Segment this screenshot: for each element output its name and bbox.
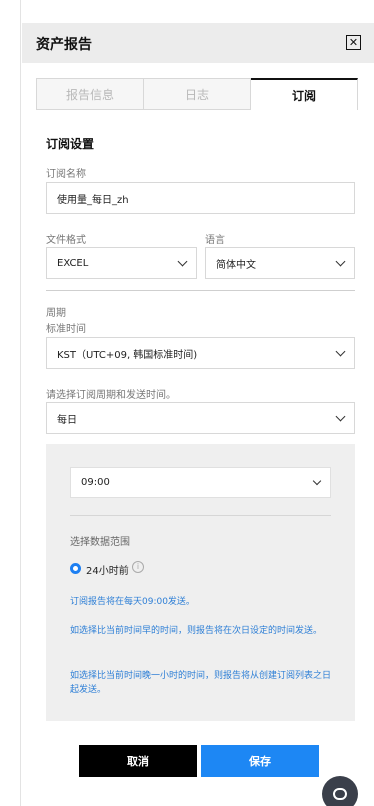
range-radio-24h[interactable] [70, 563, 81, 574]
subscription-name-value: 使用量_每日_zh [57, 194, 129, 206]
subscription-name-input[interactable]: 使用量_每日_zh [46, 182, 355, 214]
tab-bar: 报告信息 日志 订阅 [36, 78, 358, 110]
file-format-label: 文件格式 [46, 235, 86, 246]
data-range-label: 选择数据范围 [70, 537, 130, 548]
tab-subscription[interactable]: 订阅 [251, 78, 358, 110]
subscription-name-label: 订阅名称 [46, 169, 86, 180]
timezone-value: KST（UTC+09, 韩国标准时间) [57, 349, 198, 361]
asset-report-panel: 资产报告 ✕ 报告信息 日志 订阅 订阅设置 订阅名称 使用量_每日_zh 文件… [22, 0, 374, 806]
file-format-value: EXCEL [57, 257, 89, 269]
box-divider [70, 515, 331, 516]
info-icon[interactable]: i [132, 561, 144, 573]
language-label: 语言 [205, 235, 225, 246]
save-button[interactable]: 保存 [201, 745, 319, 777]
panel-header: 资产报告 ✕ [22, 23, 374, 63]
timezone-select[interactable]: KST（UTC+09, 韩国标准时间) [46, 337, 355, 369]
section-divider [46, 290, 355, 291]
chevron-down-icon [335, 346, 346, 357]
close-button[interactable]: ✕ [346, 35, 361, 50]
file-format-select[interactable]: EXCEL [46, 247, 197, 279]
background-page-strip [0, 0, 21, 806]
cancel-button[interactable]: 取消 [79, 745, 197, 777]
period-label: 周期 [46, 308, 66, 319]
chat-icon [333, 788, 347, 800]
note-send-time: 订阅报告将在每天09:00发送。 [70, 597, 195, 607]
chat-button[interactable] [322, 776, 358, 806]
section-title: 订阅设置 [46, 137, 95, 151]
send-time-value: 09:00 [81, 477, 110, 488]
chevron-down-icon [312, 476, 322, 485]
timezone-label: 标准时间 [46, 324, 86, 335]
schedule-label: 请选择订阅周期和发送时间。 [46, 390, 176, 401]
schedule-select[interactable]: 每日 [46, 402, 355, 434]
tab-report-info[interactable]: 报告信息 [36, 78, 144, 110]
language-value: 简体中文 [216, 259, 256, 271]
send-time-select[interactable]: 09:00 [70, 467, 331, 498]
range-option-label[interactable]: 24小时前 [86, 562, 129, 577]
tab-log[interactable]: 日志 [144, 78, 251, 110]
note-earlier-time: 如选择比当前时间早的时间，则报告将在次日设定的时间发送。 [70, 626, 323, 636]
note-later-time: 如选择比当前时间晚一小时的时间，则报告将从创建订阅列表之日起发送。 [70, 671, 332, 695]
chevron-down-icon [335, 256, 346, 267]
panel-title: 资产报告 [36, 37, 92, 53]
chevron-down-icon [335, 411, 346, 422]
chevron-down-icon [177, 256, 188, 267]
schedule-detail-box: 09:00 选择数据范围 24小时前 i 订阅报告将在每天09:00发送。 如选… [46, 444, 355, 721]
close-icon: ✕ [348, 36, 359, 49]
schedule-value: 每日 [57, 414, 77, 426]
language-select[interactable]: 简体中文 [205, 247, 355, 279]
